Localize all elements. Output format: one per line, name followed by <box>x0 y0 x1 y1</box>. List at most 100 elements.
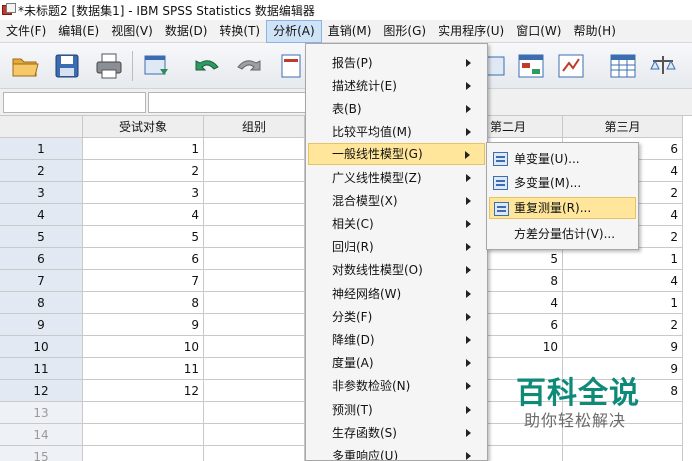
menu-direct-marketing[interactable]: 直销(M) <box>322 20 378 43</box>
cell-subject[interactable]: 12 <box>83 380 204 402</box>
menu-data[interactable]: 数据(D) <box>159 20 214 43</box>
cell-month3[interactable]: 1 <box>563 292 683 314</box>
submenu-item-univariate[interactable]: 单变量(U)... <box>489 148 636 170</box>
menu-file[interactable]: 文件(F) <box>0 20 52 43</box>
row-number[interactable]: 1 <box>0 138 83 160</box>
row-number[interactable]: 4 <box>0 204 83 226</box>
menu-analyze[interactable]: 分析(A) <box>266 19 322 43</box>
cell-subject[interactable] <box>83 424 204 446</box>
redo-icon[interactable] <box>234 51 264 81</box>
cell-group[interactable] <box>204 314 305 336</box>
menu-item-scale[interactable]: 度量(A) <box>308 352 485 374</box>
cell-group[interactable] <box>204 182 305 204</box>
print-icon[interactable] <box>94 51 124 81</box>
cell-month2[interactable]: 8 <box>488 270 563 292</box>
menu-edit[interactable]: 编辑(E) <box>52 20 105 43</box>
menu-item-general-linear-model[interactable]: 一般线性模型(G) <box>308 143 485 165</box>
goto-case-icon[interactable] <box>276 51 306 81</box>
menu-item-reports[interactable]: 报告(P) <box>308 52 485 74</box>
menu-graphs[interactable]: 图形(G) <box>377 20 432 43</box>
cell-group[interactable] <box>204 160 305 182</box>
cell-group[interactable] <box>204 358 305 380</box>
menu-item-multiple-response[interactable]: 多重响应(U) <box>308 445 485 460</box>
cell-subject[interactable] <box>83 446 204 461</box>
cell-subject[interactable]: 5 <box>83 226 204 248</box>
row-number[interactable]: 3 <box>0 182 83 204</box>
cell-subject[interactable]: 11 <box>83 358 204 380</box>
cell-month2[interactable]: 6 <box>488 314 563 336</box>
cell-month2[interactable]: 10 <box>488 336 563 358</box>
submenu-item-multivariate[interactable]: 多变量(M)... <box>489 172 636 194</box>
row-number[interactable]: 9 <box>0 314 83 336</box>
menu-item-survival[interactable]: 生存函数(S) <box>308 422 485 444</box>
cell-group[interactable] <box>204 248 305 270</box>
column-header-group[interactable]: 组别 <box>204 116 305 138</box>
grid-corner[interactable] <box>0 116 83 138</box>
cell-group[interactable] <box>204 204 305 226</box>
cell-group[interactable] <box>204 446 305 461</box>
menu-item-nonparametric-tests[interactable]: 非参数检验(N) <box>308 375 485 397</box>
value-labels-icon[interactable] <box>648 51 678 81</box>
cell-group[interactable] <box>204 270 305 292</box>
row-number[interactable]: 15 <box>0 446 83 461</box>
menu-transform[interactable]: 转换(T) <box>213 20 266 43</box>
menu-window[interactable]: 窗口(W) <box>510 20 567 43</box>
row-number[interactable]: 11 <box>0 358 83 380</box>
cell-month3[interactable]: 2 <box>563 314 683 336</box>
submenu-item-repeated-measures[interactable]: 重复测量(R)... <box>489 197 636 219</box>
cell-subject[interactable] <box>83 402 204 424</box>
cell-month3[interactable]: 1 <box>563 248 683 270</box>
menu-view[interactable]: 视图(V) <box>105 20 159 43</box>
dialog-recall-icon[interactable] <box>142 51 172 81</box>
cell-subject[interactable]: 1 <box>83 138 204 160</box>
cell-subject[interactable]: 2 <box>83 160 204 182</box>
row-number[interactable]: 5 <box>0 226 83 248</box>
cell-subject[interactable]: 8 <box>83 292 204 314</box>
menu-help[interactable]: 帮助(H) <box>567 20 621 43</box>
cell-group[interactable] <box>204 336 305 358</box>
row-number[interactable]: 8 <box>0 292 83 314</box>
cell-group[interactable] <box>204 292 305 314</box>
cell-subject[interactable]: 9 <box>83 314 204 336</box>
undo-icon[interactable] <box>192 51 222 81</box>
menu-item-mixed-models[interactable]: 混合模型(X) <box>308 190 485 212</box>
menu-item-loglinear[interactable]: 对数线性模型(O) <box>308 259 485 281</box>
cell-month2[interactable] <box>488 446 563 461</box>
cell-name-box[interactable] <box>3 92 146 113</box>
menu-item-dimension-reduction[interactable]: 降维(D) <box>308 329 485 351</box>
menu-item-classify[interactable]: 分类(F) <box>308 306 485 328</box>
weight-cases-icon[interactable] <box>556 51 586 81</box>
cell-group[interactable] <box>204 424 305 446</box>
cell-month3[interactable]: 9 <box>563 336 683 358</box>
menu-item-descriptive-statistics[interactable]: 描述统计(E) <box>308 75 485 97</box>
cell-group[interactable] <box>204 380 305 402</box>
row-number[interactable]: 12 <box>0 380 83 402</box>
cell-subject[interactable]: 10 <box>83 336 204 358</box>
cell-month3[interactable]: 4 <box>563 270 683 292</box>
cell-subject[interactable]: 4 <box>83 204 204 226</box>
cell-month2[interactable]: 5 <box>488 248 563 270</box>
row-number[interactable]: 13 <box>0 402 83 424</box>
row-number[interactable]: 2 <box>0 160 83 182</box>
row-number[interactable]: 7 <box>0 270 83 292</box>
cell-subject[interactable]: 3 <box>83 182 204 204</box>
cell-group[interactable] <box>204 226 305 248</box>
cell-group[interactable] <box>204 402 305 424</box>
select-cases-icon[interactable] <box>608 51 638 81</box>
menu-item-correlate[interactable]: 相关(C) <box>308 213 485 235</box>
column-header-subject[interactable]: 受试对象 <box>83 116 204 138</box>
menu-utilities[interactable]: 实用程序(U) <box>432 20 510 43</box>
row-number[interactable]: 14 <box>0 424 83 446</box>
column-header-month3[interactable]: 第三月 <box>563 116 683 138</box>
row-number[interactable]: 10 <box>0 336 83 358</box>
save-icon[interactable] <box>52 51 82 81</box>
menu-item-forecasting[interactable]: 预测(T) <box>308 399 485 421</box>
cell-month2[interactable]: 4 <box>488 292 563 314</box>
open-folder-icon[interactable] <box>10 51 40 81</box>
row-number[interactable]: 6 <box>0 248 83 270</box>
menu-item-regression[interactable]: 回归(R) <box>308 236 485 258</box>
submenu-item-variance-components[interactable]: 方差分量估计(V)... <box>489 223 636 245</box>
column-header-month2[interactable]: 第二月 <box>488 116 563 138</box>
cell-group[interactable] <box>204 138 305 160</box>
menu-item-neural-networks[interactable]: 神经网络(W) <box>308 283 485 305</box>
